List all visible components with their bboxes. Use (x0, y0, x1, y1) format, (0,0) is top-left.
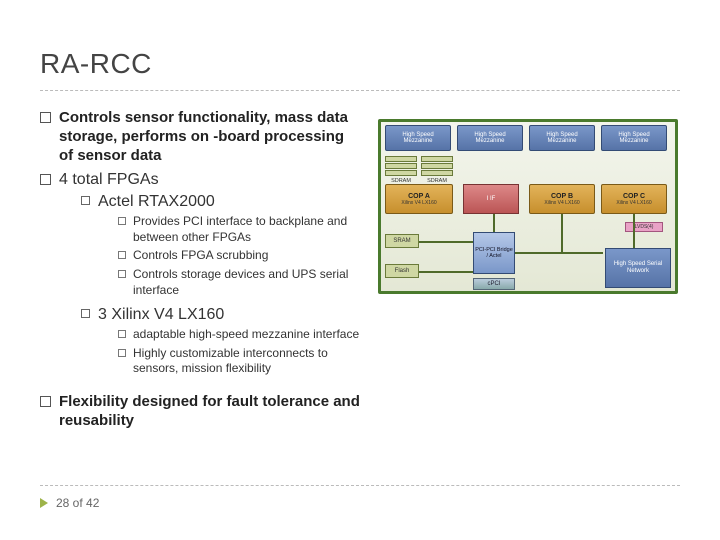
hs-mezzanine-block: High SpeedMezzanine (457, 125, 523, 151)
bullet-item: Actel RTAX2000 Provides PCI interface to… (81, 193, 360, 302)
cop-c-block: COP CXilinx V4 LX160 (601, 184, 667, 214)
level3-list: adaptable high-speed mezzanine interface… (118, 327, 360, 377)
connector-line (493, 214, 495, 232)
page-number-text: 28 of 42 (56, 496, 99, 510)
bullet-text: Controls FPGA scrubbing (133, 248, 268, 264)
slide-title: RA-RCC (40, 48, 680, 80)
bullet-item: Highly customizable interconnects to sen… (118, 346, 360, 377)
bullet-text: adaptable high-speed mezzanine interface (133, 327, 359, 343)
slide: RA-RCC Controls sensor functionality, ma… (0, 0, 720, 540)
connector-line (419, 241, 473, 243)
hs-serial-network-block: High Speed Serial Network (605, 248, 671, 288)
connector-line (633, 214, 635, 248)
footer-divider (40, 485, 680, 486)
checkbox-icon (81, 196, 90, 205)
level2-list: Actel RTAX2000 Provides PCI interface to… (81, 193, 360, 381)
checkbox-icon (118, 251, 126, 259)
bullet-text: Actel RTAX2000 (98, 193, 215, 210)
flash-block: Flash (385, 264, 419, 278)
checkbox-icon (40, 396, 51, 407)
bullet-text: Controls storage devices and UPS serial … (133, 267, 360, 298)
bullet-text: Flexibility designed for fault tolerance… (59, 393, 360, 431)
bullet-item: Provides PCI interface to backplane and … (118, 214, 360, 245)
lvds-block: LVDS(4) (625, 222, 663, 232)
hs-mezzanine-block: High SpeedMezzanine (529, 125, 595, 151)
bullet-item: Flexibility designed for fault tolerance… (40, 393, 360, 431)
block-diagram: High SpeedMezzanine High SpeedMezzanine … (378, 119, 678, 294)
bullet-text: Highly customizable interconnects to sen… (133, 346, 360, 377)
title-divider (40, 90, 680, 91)
bullet-item: 4 total FPGAs Actel RTAX2000 Provides PC… (40, 171, 360, 387)
level3-list: Provides PCI interface to backplane and … (118, 214, 360, 298)
page-number: 28 of 42 (40, 496, 680, 510)
bullet-text: 3 Xilinx V4 LX160 (98, 306, 224, 323)
cpci-block: cPCI (473, 278, 515, 290)
triangle-icon (40, 498, 48, 508)
hs-mezzanine-block: High SpeedMezzanine (385, 125, 451, 151)
checkbox-icon (40, 112, 51, 123)
checkbox-icon (118, 270, 126, 278)
level1-list: Controls sensor functionality, mass data… (40, 109, 360, 431)
checkbox-icon (118, 349, 126, 357)
connector-line (419, 271, 473, 273)
connector-line (561, 214, 563, 254)
bullet-item: Controls FPGA scrubbing (118, 248, 360, 264)
bullet-item: adaptable high-speed mezzanine interface (118, 327, 360, 343)
cop-a-block: COP AXilinx V4 LX160 (385, 184, 453, 214)
slide-footer: 28 of 42 (40, 485, 680, 510)
cop-b-block: COP BXilinx V4 LX160 (529, 184, 595, 214)
bullet-item: 3 Xilinx V4 LX160 adaptable high-speed m… (81, 306, 360, 381)
bullet-column: Controls sensor functionality, mass data… (40, 109, 360, 437)
hs-mezzanine-block: High SpeedMezzanine (601, 125, 667, 151)
iif-block: I IF (463, 184, 519, 214)
sram-block: SRAM (385, 234, 419, 248)
pci-bridge-block: PCI-PCI Bridge / Actel (473, 232, 515, 274)
checkbox-icon (81, 309, 90, 318)
bullet-text: Provides PCI interface to backplane and … (133, 214, 360, 245)
bullet-item: Controls sensor functionality, mass data… (40, 109, 360, 165)
checkbox-icon (118, 217, 126, 225)
bullet-text: 4 total FPGAs (59, 171, 159, 188)
connector-line (515, 252, 603, 254)
sdram-stack: SDRAM (421, 156, 453, 184)
checkbox-icon (118, 330, 126, 338)
diagram-column: High SpeedMezzanine High SpeedMezzanine … (378, 109, 680, 437)
bullet-text: Controls sensor functionality, mass data… (59, 109, 360, 165)
checkbox-icon (40, 174, 51, 185)
bullet-item: Controls storage devices and UPS serial … (118, 267, 360, 298)
sdram-stack: SDRAM (385, 156, 417, 184)
content-row: Controls sensor functionality, mass data… (40, 109, 680, 437)
